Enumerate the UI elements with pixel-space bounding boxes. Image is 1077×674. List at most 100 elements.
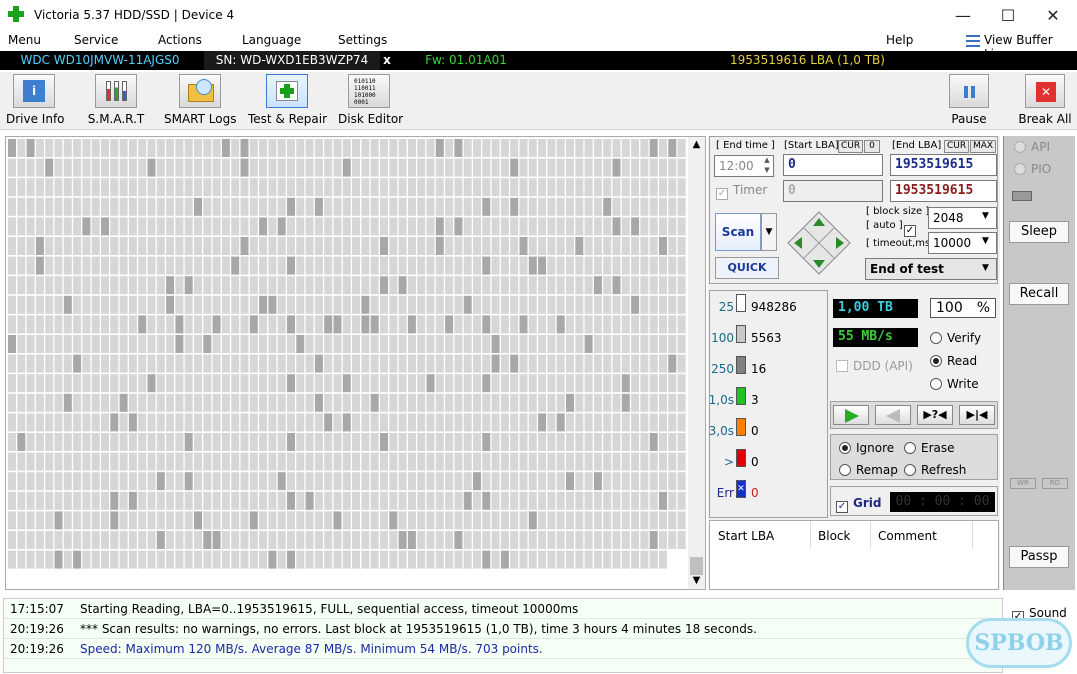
block-cell (333, 374, 342, 393)
skip-unknown-button[interactable]: ▶?◀ (917, 405, 953, 425)
end-of-test-select[interactable]: End of test (865, 258, 997, 280)
menu-item-language[interactable]: Language (242, 33, 301, 47)
grid-checkbox[interactable]: ✓ Grid (836, 496, 881, 513)
maximize-button[interactable]: ☐ (985, 0, 1031, 31)
ignore-radio[interactable]: Ignore (839, 441, 894, 455)
block-cell (445, 550, 454, 569)
rewind-button[interactable] (875, 405, 911, 425)
block-cell (110, 178, 119, 197)
block-cell (119, 335, 128, 353)
block-cell (128, 158, 137, 177)
block-cell (463, 315, 472, 334)
start-zero-button[interactable]: 0 (864, 140, 880, 153)
block-cell (342, 433, 351, 451)
end-cur-button[interactable]: CUR (944, 140, 970, 153)
disk-editor-button[interactable]: 010110 110011 101000 0001 Disk Editor (338, 74, 403, 126)
pio-radio[interactable]: PIO (1014, 162, 1051, 176)
erase-radio[interactable]: Erase (904, 441, 955, 455)
block-cell (593, 197, 602, 216)
smart-button[interactable]: S.M.A.R.T (86, 74, 146, 126)
block-cell (398, 433, 407, 451)
verify-radio[interactable]: Verify (930, 331, 981, 345)
scroll-up-icon[interactable]: ▲ (688, 137, 705, 153)
block-cell (491, 335, 500, 353)
col-start-lba[interactable]: Start LBA (718, 529, 774, 543)
block-cell (398, 197, 407, 216)
block-cell (166, 511, 175, 530)
block-cell (528, 550, 537, 569)
menu-item-settings[interactable]: Settings (338, 33, 387, 47)
block-cell (519, 335, 528, 353)
drive-info-button[interactable]: i Drive Info (6, 74, 65, 126)
direction-pad[interactable] (786, 210, 852, 276)
play-button[interactable] (833, 405, 869, 425)
block-cell (473, 256, 481, 275)
read-radio[interactable]: Read (930, 354, 977, 368)
block-cell (287, 335, 295, 353)
block-cell (63, 158, 72, 177)
menu-item-menu[interactable]: Menu (8, 33, 41, 47)
ddd-api-checkbox[interactable]: DDD (API) (836, 359, 913, 373)
menu-item-help[interactable]: Help (886, 33, 913, 47)
block-cell (361, 393, 370, 412)
start-lba-field[interactable]: 0 (783, 154, 883, 176)
scan-button[interactable]: Scan (715, 213, 761, 251)
block-cell (212, 452, 221, 471)
block-cell (538, 472, 547, 491)
block-cell (528, 139, 537, 157)
col-comment[interactable]: Comment (878, 529, 937, 543)
sleep-button[interactable]: Sleep (1009, 221, 1069, 243)
block-cell (194, 472, 202, 491)
block-cell (370, 491, 379, 510)
end-max-button[interactable]: MAX (970, 140, 997, 153)
block-cell (482, 550, 491, 569)
end-time-spinner[interactable]: ▲ ▼ (760, 155, 774, 177)
menu-item-service[interactable]: Service (74, 33, 118, 47)
block-cell (398, 354, 407, 373)
drive-model[interactable]: WDC WD10JMVW-11AJGS0 (0, 51, 200, 70)
skip-end-button[interactable]: ▶|◀ (959, 405, 995, 425)
block-cell (91, 413, 100, 432)
auto-checkbox[interactable]: ✓ (904, 225, 916, 237)
passp-button[interactable]: Passp (1009, 546, 1069, 568)
start-cur-button[interactable]: CUR (838, 140, 864, 153)
pause-button[interactable]: Pause (946, 74, 992, 126)
block-cell (101, 158, 109, 177)
scroll-down-icon[interactable]: ▼ (688, 573, 705, 589)
test-repair-button[interactable]: Test & Repair (248, 74, 327, 126)
block-cell (361, 374, 370, 393)
block-cell (407, 335, 416, 353)
block-cell (659, 550, 667, 569)
refresh-radio[interactable]: Refresh (904, 463, 966, 477)
timer-field[interactable]: 0 (783, 180, 883, 202)
block-cell (575, 491, 584, 510)
vertical-scrollbar[interactable]: ▲ ▼ (688, 137, 705, 589)
col-block[interactable]: Block (818, 529, 850, 543)
close-button[interactable]: ✕ (1030, 0, 1076, 31)
remap-radio[interactable]: Remap (839, 463, 898, 477)
timer-checkbox[interactable]: ✓ Timer (716, 183, 767, 200)
write-radio[interactable]: Write (930, 377, 979, 391)
minimize-button[interactable]: — (940, 0, 986, 31)
menu-item-actions[interactable]: Actions (158, 33, 202, 47)
break-all-button[interactable]: ✕ Break All (1018, 74, 1072, 126)
smart-logs-button[interactable]: SMART Logs (164, 74, 236, 126)
quick-button[interactable]: QUICK (715, 257, 779, 279)
close-drive-button[interactable]: x (380, 51, 394, 70)
block-cell (221, 491, 230, 510)
block-cell (473, 197, 481, 216)
block-cell (659, 315, 667, 334)
block-cell (640, 139, 649, 157)
block-cell (73, 217, 82, 236)
block-cell (17, 139, 26, 157)
block-cell (82, 256, 91, 275)
block-cell (584, 139, 593, 157)
scan-dropdown-icon[interactable]: ▼ (761, 213, 777, 251)
api-radio[interactable]: API (1014, 140, 1050, 154)
end-lba-field[interactable]: 1953519615 (890, 154, 997, 176)
recall-button[interactable]: Recall (1009, 283, 1069, 305)
block-cell (138, 295, 147, 314)
block-cell (454, 315, 463, 334)
block-cell (417, 158, 426, 177)
block-cell (35, 433, 44, 451)
